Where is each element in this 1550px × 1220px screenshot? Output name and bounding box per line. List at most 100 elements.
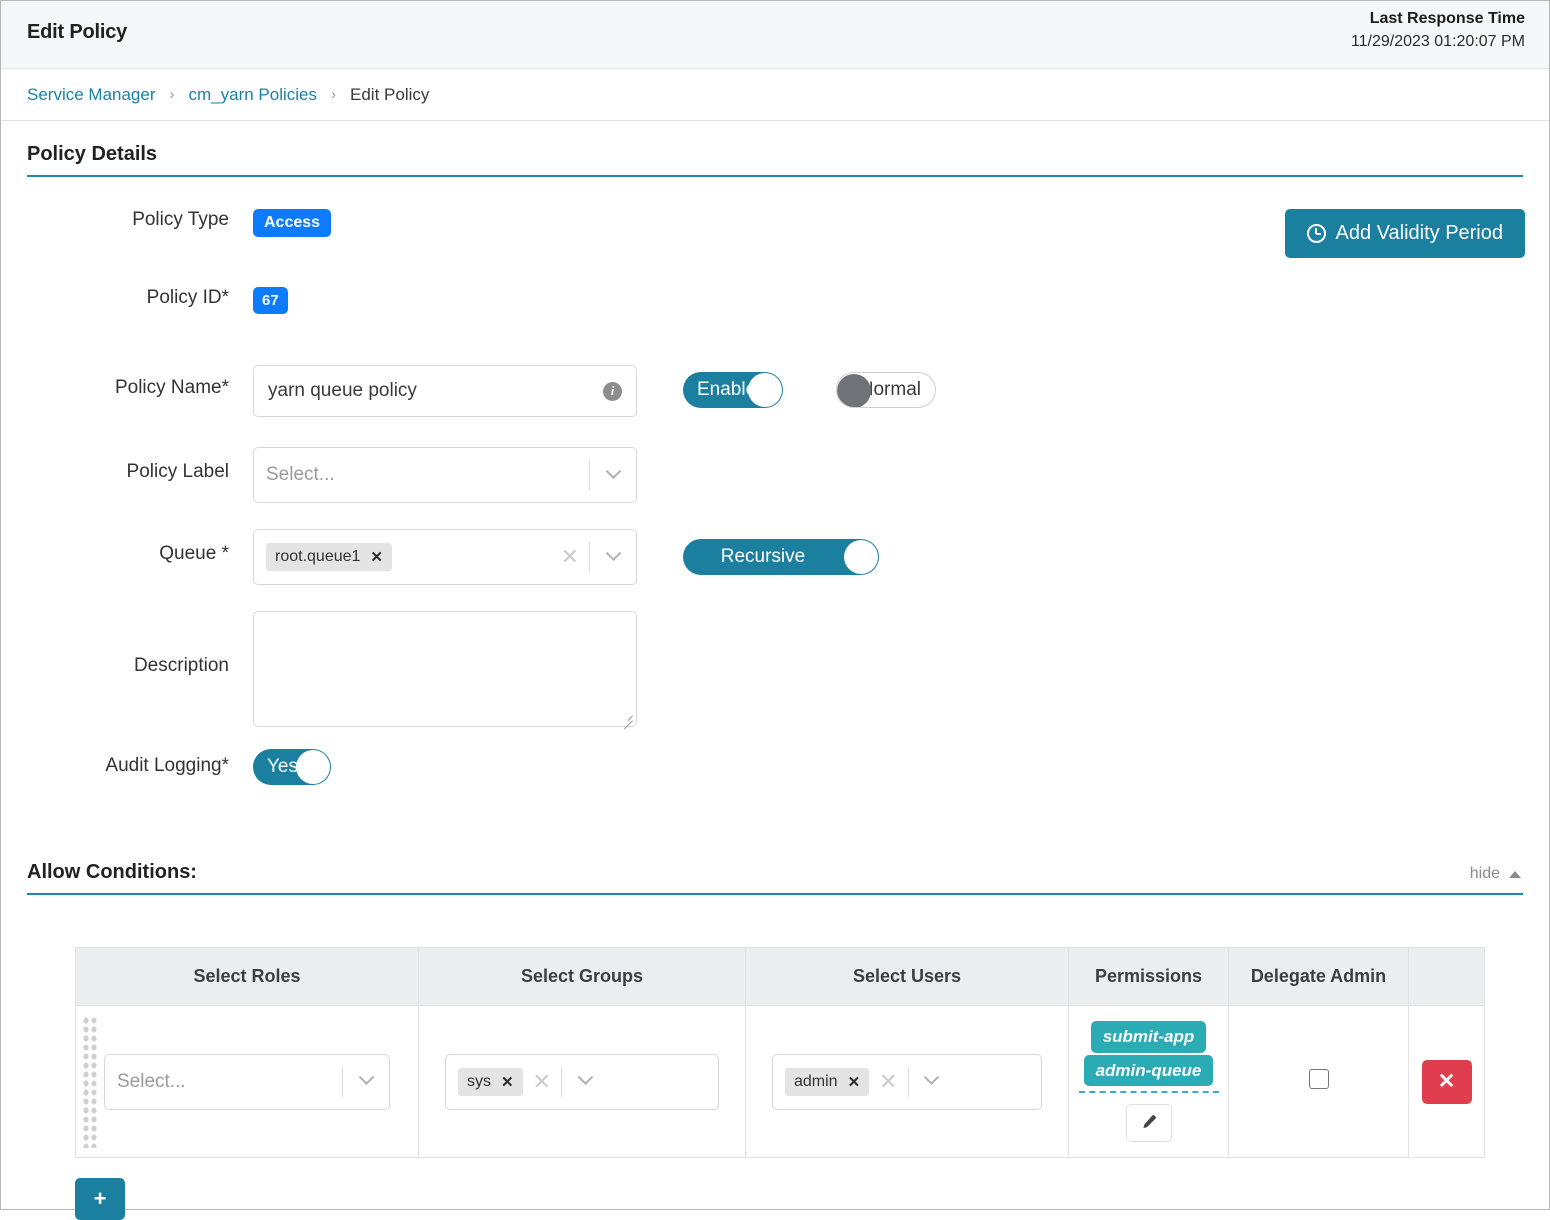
last-response-time-value: 11/29/2023 01:20:07 PM [1351, 30, 1525, 53]
roles-placeholder: Select... [117, 1071, 342, 1093]
chip-remove-icon[interactable]: ✕ [501, 1073, 514, 1091]
toggle-knob [748, 373, 782, 407]
audit-logging-toggle-label: Yes [267, 756, 298, 778]
policy-type-badge: Access [253, 209, 331, 237]
clear-all-icon[interactable]: ✕ [551, 546, 589, 568]
hide-allow-conditions-toggle[interactable]: hide [1470, 865, 1521, 883]
add-validity-period-label: Add Validity Period [1336, 222, 1504, 245]
chevron-down-icon[interactable] [590, 470, 636, 481]
label-queue: Queue * [1, 529, 253, 565]
col-header-permissions: Permissions [1069, 948, 1229, 1006]
info-icon[interactable]: i [603, 382, 622, 401]
chevron-down-icon[interactable] [343, 1076, 389, 1087]
normal-override-toggle[interactable]: Normal [836, 372, 936, 408]
label-audit-logging: Audit Logging* [1, 749, 253, 777]
permission-badge: admin-queue [1084, 1055, 1214, 1086]
page-header: Edit Policy Last Response Time 11/29/202… [1, 1, 1549, 69]
clear-all-icon[interactable]: ✕ [523, 1071, 561, 1093]
add-validity-period-button[interactable]: Add Validity Period [1285, 209, 1526, 258]
row-audit-logging: Audit Logging* Yes [1, 749, 1549, 805]
breadcrumb-cm-yarn-policies[interactable]: cm_yarn Policies [189, 85, 318, 105]
breadcrumb-separator-icon: › [331, 86, 336, 103]
allow-conditions-title: Allow Conditions: [27, 861, 197, 883]
queue-chip[interactable]: root.queue1 ✕ [266, 543, 392, 571]
resize-grip-icon[interactable] [619, 709, 633, 723]
permissions-list: submit-app admin-queue [1070, 1021, 1227, 1142]
last-response-time-label: Last Response Time [1351, 7, 1525, 30]
groups-chips: sys ✕ [458, 1068, 523, 1096]
description-textarea[interactable] [253, 611, 637, 727]
label-policy-name: Policy Name* [1, 365, 253, 399]
permission-badge: submit-app [1091, 1021, 1207, 1052]
col-header-select-groups: Select Groups [419, 948, 746, 1006]
user-chip[interactable]: admin ✕ [785, 1068, 869, 1096]
users-chips: admin ✕ [785, 1068, 869, 1096]
hide-label: hide [1470, 865, 1500, 883]
row-policy-id: Policy ID* 67 [1, 287, 1549, 343]
col-header-select-users: Select Users [746, 948, 1069, 1006]
group-chip[interactable]: sys ✕ [458, 1068, 523, 1096]
chip-remove-icon[interactable]: ✕ [848, 1073, 861, 1091]
queue-chip-label: root.queue1 [275, 548, 360, 566]
audit-logging-toggle[interactable]: Yes [253, 749, 331, 785]
edit-permissions-button[interactable] [1126, 1104, 1172, 1142]
table-row: Select... sys ✕ [76, 1006, 1485, 1158]
group-chip-label: sys [467, 1073, 491, 1091]
delegate-admin-checkbox[interactable] [1309, 1069, 1329, 1089]
col-header-select-roles: Select Roles [76, 948, 419, 1006]
policy-name-value: yarn queue policy [268, 380, 603, 402]
col-header-actions [1409, 948, 1485, 1006]
chevron-down-icon[interactable] [909, 1076, 955, 1087]
breadcrumb-current: Edit Policy [350, 85, 429, 105]
label-description: Description [1, 611, 253, 677]
chevron-up-icon [1509, 871, 1521, 878]
label-policy-label: Policy Label [1, 447, 253, 483]
table-header-row: Select Roles Select Groups Select Users … [76, 948, 1485, 1006]
policy-label-placeholder: Select... [266, 464, 589, 486]
cell-select-groups: sys ✕ ✕ [419, 1006, 746, 1158]
allow-conditions-table: Select Roles Select Groups Select Users … [75, 947, 1485, 1158]
page-title: Edit Policy [27, 21, 127, 44]
permissions-underline [1079, 1091, 1219, 1093]
chevron-down-icon[interactable] [562, 1076, 608, 1087]
cell-delegate-admin [1229, 1006, 1409, 1158]
clear-all-icon[interactable]: ✕ [869, 1071, 907, 1093]
allow-conditions-heading: Allow Conditions: hide [27, 839, 1523, 895]
cell-select-roles: Select... [76, 1006, 419, 1158]
clock-icon [1307, 224, 1326, 243]
enabled-toggle[interactable]: Enabled [683, 372, 783, 408]
chevron-down-icon[interactable] [590, 552, 636, 563]
breadcrumb-separator-icon: › [170, 86, 175, 103]
toggle-knob [837, 374, 871, 408]
last-response-time: Last Response Time 11/29/2023 01:20:07 P… [1351, 7, 1525, 53]
toggle-knob [296, 750, 330, 784]
label-policy-type: Policy Type [1, 209, 253, 231]
groups-select[interactable]: sys ✕ ✕ [445, 1054, 719, 1110]
edit-policy-page: Edit Policy Last Response Time 11/29/202… [0, 0, 1550, 1210]
queue-chips: root.queue1 ✕ [266, 543, 551, 571]
cell-select-users: admin ✕ ✕ [746, 1006, 1069, 1158]
queue-select[interactable]: root.queue1 ✕ ✕ [253, 529, 637, 585]
col-header-delegate-admin: Delegate Admin [1229, 948, 1409, 1006]
roles-select[interactable]: Select... [104, 1054, 390, 1110]
policy-details-form: Add Validity Period Policy Type Access P… [1, 177, 1549, 805]
policy-details-title: Policy Details [27, 143, 157, 165]
user-chip-label: admin [794, 1073, 838, 1091]
policy-id-badge: 67 [253, 287, 288, 314]
drag-handle-icon[interactable] [82, 1016, 98, 1148]
row-policy-name: Policy Name* yarn queue policy i Enabled… [1, 365, 1549, 421]
cell-permissions: submit-app admin-queue [1069, 1006, 1229, 1158]
chip-remove-icon[interactable]: ✕ [370, 548, 383, 566]
users-select[interactable]: admin ✕ ✕ [772, 1054, 1042, 1110]
label-policy-id: Policy ID* [1, 287, 253, 309]
delete-row-button[interactable]: ✕ [1422, 1060, 1472, 1104]
row-policy-label: Policy Label Select... [1, 447, 1549, 503]
policy-label-select[interactable]: Select... [253, 447, 637, 503]
policy-name-input[interactable]: yarn queue policy i [253, 365, 637, 417]
recursive-toggle[interactable]: Recursive [683, 539, 879, 575]
pencil-icon [1140, 1114, 1157, 1131]
policy-details-heading: Policy Details [27, 121, 1523, 177]
breadcrumb-service-manager[interactable]: Service Manager [27, 85, 156, 105]
add-condition-row-button[interactable]: + [75, 1178, 125, 1220]
row-description: Description [1, 611, 1549, 727]
